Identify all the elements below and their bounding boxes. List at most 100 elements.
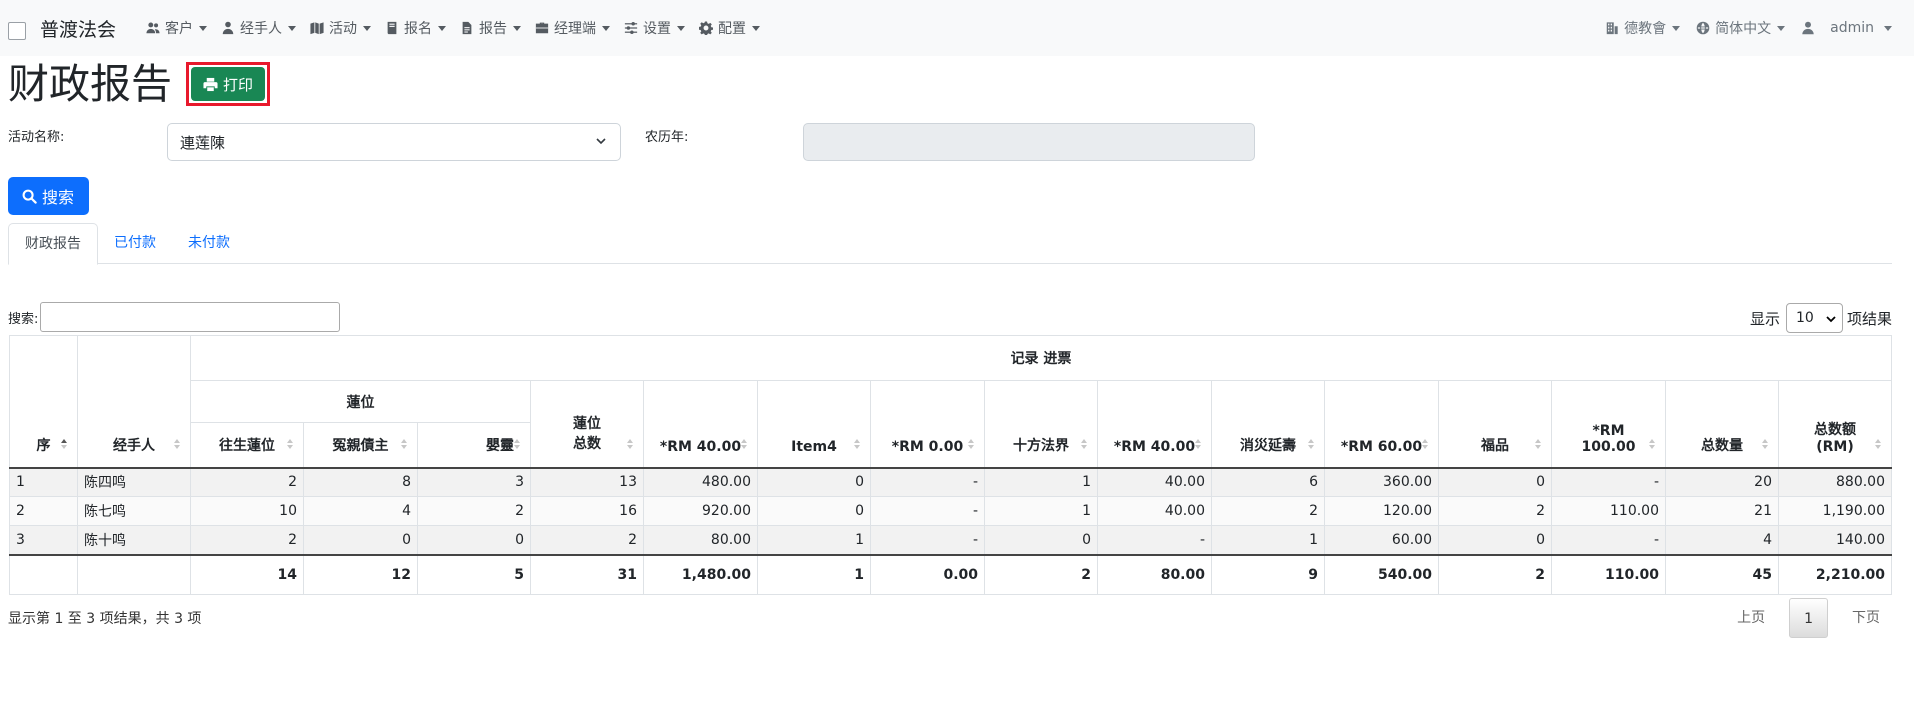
organization-dropdown[interactable]: 德教會 — [1605, 18, 1681, 38]
organization-label: 德教會 — [1624, 21, 1667, 37]
column-header[interactable]: 总数额 (RM) — [1778, 380, 1892, 469]
nav-menu-customers[interactable]: 客户 — [146, 18, 208, 38]
column-header[interactable]: *RM 40.00 — [643, 380, 758, 469]
nav-menu-label: 报名 — [404, 21, 433, 37]
column-header[interactable]: 往生蓮位 — [190, 422, 304, 469]
table-cell: 2 — [1211, 496, 1325, 526]
brand[interactable]: 普渡法会 — [8, 15, 116, 42]
total-cell: 45 — [1665, 553, 1779, 595]
printer-icon — [203, 77, 218, 91]
table-cell: 16 — [530, 496, 644, 526]
table-search: 搜索: — [8, 302, 341, 332]
table-cell: 2 — [530, 525, 644, 555]
tab-financial-report[interactable]: 财政报告 — [8, 223, 98, 265]
activity-label: 活动名称: — [8, 130, 65, 145]
chevron-down-icon — [596, 138, 606, 145]
nav-menu-registration[interactable]: 报名 — [385, 18, 447, 38]
user-tie-icon — [222, 21, 234, 35]
nav-menu-handlers[interactable]: 经手人 — [221, 18, 297, 38]
table-cell: 920.00 — [643, 496, 758, 526]
table-cell: 0 — [1438, 467, 1552, 497]
page-length-select[interactable]: 10 — [1785, 303, 1843, 333]
table-cell: 80.00 — [643, 525, 758, 555]
column-header[interactable]: 福品 — [1438, 380, 1552, 469]
page-length-value: 10 — [1795, 310, 1814, 326]
nav-menu-activities[interactable]: 活动 — [310, 18, 372, 38]
column-header[interactable]: 总数量 — [1665, 380, 1779, 469]
caret-down-icon — [1672, 25, 1681, 31]
column-header[interactable]: Item4 — [757, 380, 871, 469]
print-button-highlight: 打印 — [186, 62, 271, 106]
handler-cell: 陈十鸣 — [77, 525, 191, 555]
column-header[interactable]: 冤親債主 — [303, 422, 418, 469]
table-cell: 2 — [190, 467, 304, 497]
table-row: 1 陈四鸣 2 8 3 13 480.00 0 - 1 40.00 6 360.… — [9, 467, 1892, 497]
table-cell: 10 — [190, 496, 304, 526]
total-cell: 540.00 — [1324, 553, 1439, 595]
table-cell: - — [1097, 525, 1212, 555]
row-index-cell: 1 — [9, 467, 78, 497]
navbar-right: 德教會 简体中文 admin — [1589, 0, 1892, 56]
total-cell: 5 — [417, 553, 531, 595]
column-header[interactable]: *RM 40.00 — [1097, 380, 1212, 469]
pagination: 上页 1 下页 — [1725, 598, 1892, 638]
nav-menu-configuration[interactable]: 配置 — [699, 18, 761, 38]
prev-page-button[interactable]: 上页 — [1725, 598, 1777, 638]
print-button[interactable]: 打印 — [191, 67, 266, 101]
table-cell: 1 — [984, 496, 1098, 526]
total-cell: 9 — [1211, 553, 1325, 595]
group-header-records: 记录 进票 — [190, 335, 1892, 381]
column-header[interactable]: 蓮位 总数 — [530, 380, 644, 469]
column-header-handler[interactable]: 经手人 — [77, 335, 191, 469]
total-cell: 31 — [530, 553, 644, 595]
lunar-year-label: 农历年: — [645, 130, 689, 145]
brand-logo-image — [8, 22, 26, 40]
table-cell: 8 — [303, 467, 418, 497]
page-button-current[interactable]: 1 — [1789, 598, 1828, 638]
search-button[interactable]: 搜索 — [8, 177, 90, 215]
user-dropdown[interactable]: admin — [1801, 20, 1892, 36]
column-header[interactable]: 嬰靈 — [417, 422, 531, 469]
file-icon — [462, 21, 472, 35]
table-cell: - — [1551, 525, 1666, 555]
table-search-input[interactable] — [40, 302, 341, 332]
caret-down-icon — [363, 25, 372, 31]
table-row: 2 陈七鸣 10 4 2 16 920.00 0 - 1 40.00 2 120… — [9, 496, 1892, 526]
table-cell: 1,190.00 — [1778, 496, 1892, 526]
table-cell: 6 — [1211, 467, 1325, 497]
column-header-index[interactable]: 序 — [9, 335, 78, 469]
nav-menu-settings[interactable]: 设置 — [624, 18, 686, 38]
page-header: 财政报告 打印 — [8, 58, 271, 110]
table-cell: 880.00 — [1778, 467, 1892, 497]
financial-report-table: 序 经手人 记录 进票 蓮位 蓮位 总数 *RM 40.00 Item4 *RM… — [9, 335, 1892, 595]
username-label: admin — [1830, 20, 1874, 36]
sliders-icon — [624, 22, 638, 34]
language-dropdown[interactable]: 简体中文 — [1696, 18, 1786, 38]
next-page-button[interactable]: 下页 — [1840, 598, 1892, 638]
column-header[interactable]: 十方法界 — [984, 380, 1098, 469]
nav-menu-label: 客户 — [165, 21, 194, 37]
totals-row: 14 12 5 31 1,480.00 1 0.00 2 80.00 9 540… — [9, 553, 1892, 595]
row-index-cell: 2 — [9, 496, 78, 526]
table-cell: 40.00 — [1097, 467, 1212, 497]
print-button-label: 打印 — [223, 75, 254, 94]
table-cell: - — [1551, 467, 1666, 497]
nav-menu-manager[interactable]: 经理端 — [535, 18, 611, 38]
caret-down-icon — [438, 25, 447, 31]
table-cell: 13 — [530, 467, 644, 497]
brand-name: 普渡法会 — [40, 18, 117, 41]
caret-down-icon — [1884, 25, 1892, 31]
nav-menu-reports[interactable]: 报告 — [460, 18, 522, 38]
column-header[interactable]: 消災延壽 — [1211, 380, 1325, 469]
table-search-label: 搜索: — [8, 311, 39, 327]
lunar-year-input[interactable] — [803, 123, 1255, 161]
column-header[interactable]: *RM 100.00 — [1551, 380, 1666, 469]
column-header[interactable]: *RM 0.00 — [870, 380, 985, 469]
tab-unpaid[interactable]: 未付款 — [172, 223, 246, 264]
tab-paid[interactable]: 已付款 — [98, 223, 172, 264]
caret-down-icon — [199, 25, 208, 31]
column-header[interactable]: *RM 60.00 — [1324, 380, 1439, 469]
table-cell: 480.00 — [643, 467, 758, 497]
activity-select[interactable]: 連莲陳 — [167, 123, 621, 161]
report-tabs: 财政报告 已付款 未付款 — [8, 223, 1892, 265]
